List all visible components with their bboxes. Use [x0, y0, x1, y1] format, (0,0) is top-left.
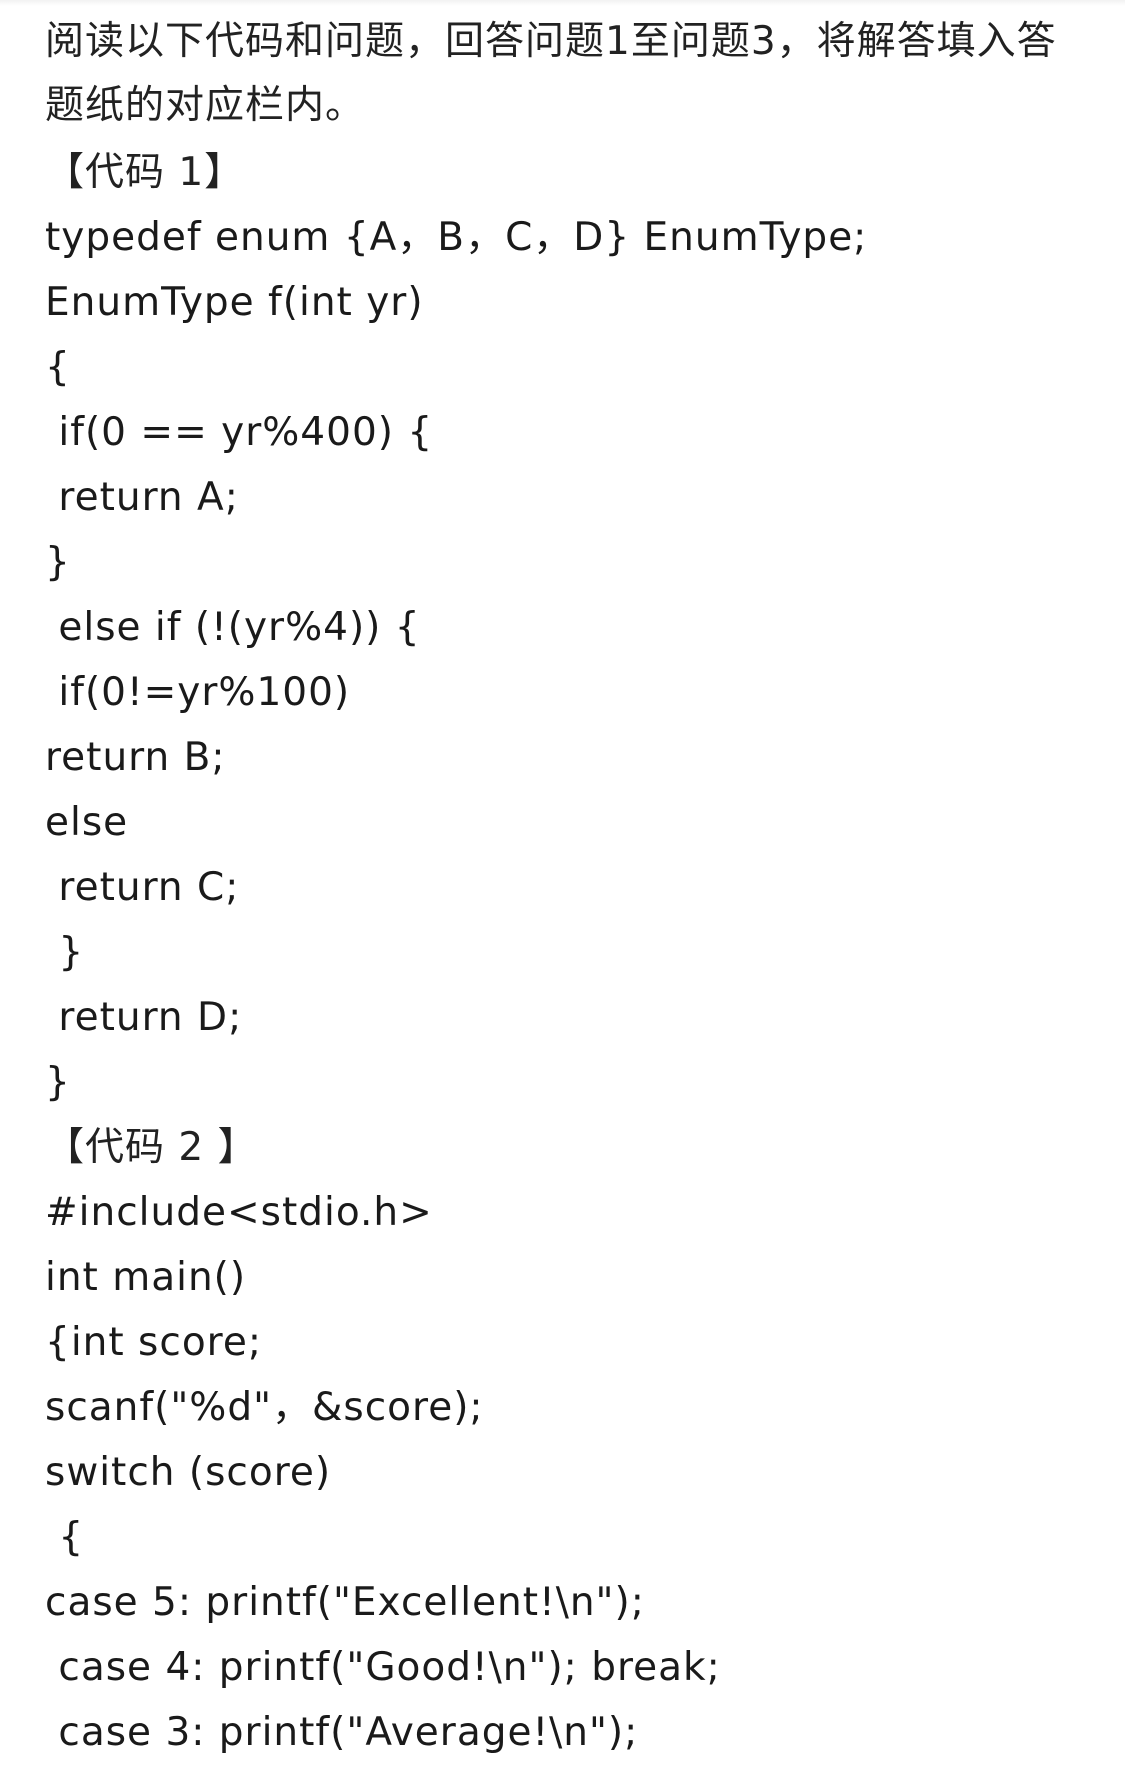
code-1-heading: 【代码 1】 [45, 150, 245, 195]
code-line: { [45, 345, 71, 390]
code-line: typedef enum {A，B，C，D} EnumType; [45, 215, 868, 260]
code-line: #include<stdio.h> [45, 1190, 433, 1235]
code-line: } [45, 1060, 71, 1105]
code-line: return A; [45, 475, 239, 520]
code-line: } [45, 540, 71, 585]
top-divider [0, 0, 1125, 6]
code-line: int main() [45, 1255, 247, 1300]
code-line: { [45, 1515, 85, 1560]
code-line: if(0 == yr%400) { [45, 410, 434, 455]
code-line: EnumType f(int yr) [45, 280, 424, 325]
code-listing: 【代码 1】 typedef enum {A，B，C，D} EnumType; … [45, 140, 1105, 1765]
code-line: case 4: printf("Good!\n"); break; [45, 1645, 721, 1690]
code-line: {int score; [45, 1320, 262, 1365]
code-line: switch (score) [45, 1450, 332, 1495]
code-line: } [45, 930, 85, 975]
code-line: if(0!=yr%100) [45, 670, 351, 715]
code-line: return C; [45, 865, 240, 910]
code-line: scanf("%d"，&score); [45, 1385, 484, 1430]
code-2-heading: 【代码 2 】 [45, 1125, 258, 1170]
code-line: case 5: printf("Excellent!\n"); [45, 1580, 645, 1625]
code-line: return D; [45, 995, 243, 1040]
code-line: return B; [45, 735, 226, 780]
question-page: 阅读以下代码和问题，回答问题1至问题3，将解答填入答题纸的对应栏内。 【代码 1… [0, 0, 1125, 1762]
code-line: case 3: printf("Average!\n"); [45, 1710, 639, 1755]
code-line: else [45, 800, 129, 845]
question-intro: 阅读以下代码和问题，回答问题1至问题3，将解答填入答题纸的对应栏内。 [45, 19, 1057, 128]
code-line: else if (!(yr%4)) { [45, 605, 421, 650]
